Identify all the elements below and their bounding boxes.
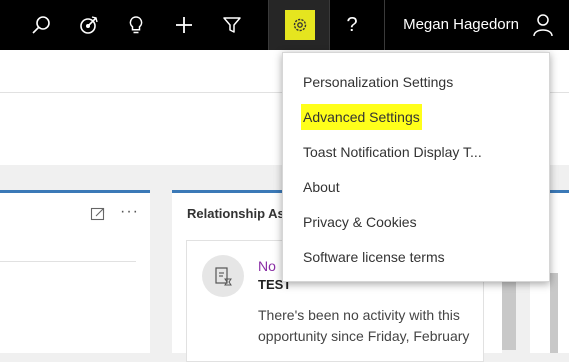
document-clock-icon [215, 267, 232, 286]
menu-item-about[interactable]: About [303, 174, 340, 200]
plus-icon[interactable] [168, 9, 200, 41]
card-description: There's been no activity with this oppor… [258, 307, 470, 344]
search-icon[interactable] [25, 9, 57, 41]
help-icon[interactable]: ? [336, 9, 368, 41]
menu-item-advanced-settings[interactable]: Advanced Settings [301, 104, 422, 130]
toolbar-divider [329, 0, 330, 50]
scrollbar[interactable] [502, 270, 516, 350]
user-icon[interactable] [531, 12, 555, 38]
menu-item-privacy-cookies[interactable]: Privacy & Cookies [303, 209, 417, 235]
user-name[interactable]: Megan Hagedorn [403, 16, 519, 33]
settings-button[interactable] [269, 0, 329, 50]
settings-highlight [285, 10, 315, 40]
lightbulb-icon[interactable] [120, 9, 152, 41]
target-icon[interactable] [73, 9, 105, 41]
expand-icon[interactable] [90, 206, 106, 222]
gear-icon [293, 18, 307, 32]
divider [0, 261, 136, 262]
card-avatar [202, 255, 244, 297]
scrollbar[interactable] [550, 273, 558, 353]
top-nav-bar: ? Megan Hagedorn [0, 0, 569, 50]
menu-item-toast-notification-display[interactable]: Toast Notification Display T... [303, 139, 482, 165]
menu-item-software-license-terms[interactable]: Software license terms [303, 244, 445, 270]
left-panel: ··· [0, 190, 150, 353]
menu-item-personalization-settings[interactable]: Personalization Settings [303, 69, 453, 95]
more-options-icon[interactable]: ··· [120, 203, 139, 221]
card-kind: No [258, 258, 276, 274]
toolbar-divider [384, 0, 385, 50]
panel-title: Relationship As [187, 206, 285, 221]
filter-icon[interactable] [216, 9, 248, 41]
settings-menu: Personalization Settings Advanced Settin… [282, 52, 550, 282]
